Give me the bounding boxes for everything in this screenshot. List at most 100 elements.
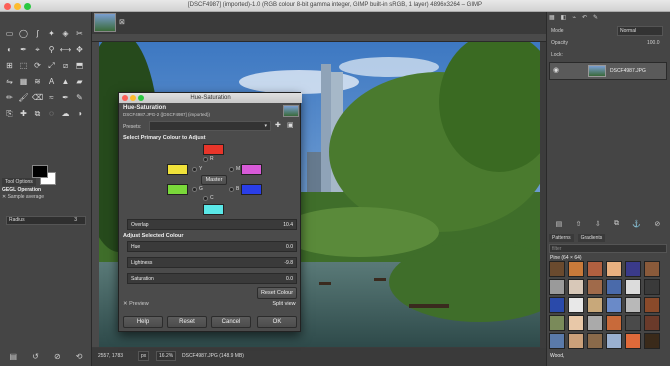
text-icon[interactable]: A xyxy=(46,76,57,87)
overlap-slider[interactable]: Overlap 10.4 xyxy=(127,219,297,230)
delete-layer-icon[interactable]: ⊘ xyxy=(654,220,660,230)
pattern-swatch[interactable] xyxy=(625,333,641,349)
scissors-icon[interactable]: ✂ xyxy=(74,28,85,39)
ok-button[interactable]: OK xyxy=(257,316,297,328)
color-picker-icon[interactable]: ⌖ xyxy=(32,44,43,55)
reset-icon[interactable]: ⟲ xyxy=(76,352,83,366)
image-thumbnail-tab[interactable] xyxy=(94,13,116,32)
dialog-maximize-button[interactable] xyxy=(138,95,144,101)
lower-icon[interactable]: ⇩ xyxy=(595,220,601,230)
pattern-swatch[interactable] xyxy=(587,279,603,295)
pattern-swatch[interactable] xyxy=(644,279,660,295)
lightness-slider[interactable]: Lightness -9.8 xyxy=(127,257,297,268)
tab-patterns[interactable]: Patterns xyxy=(549,234,574,242)
paintbrush-icon[interactable]: 🖌 xyxy=(18,92,29,103)
pattern-swatch[interactable] xyxy=(606,333,622,349)
pattern-swatch[interactable] xyxy=(568,297,584,313)
cancel-button[interactable]: Cancel xyxy=(211,316,251,328)
reset-colour-button[interactable]: Reset Colour xyxy=(257,287,297,299)
layers-tab-icon[interactable]: ▦ xyxy=(549,14,555,23)
blend-icon[interactable]: ▰ xyxy=(74,76,85,87)
pencil-icon[interactable]: ✏ xyxy=(4,92,15,103)
pattern-swatch[interactable] xyxy=(587,297,603,313)
radius-field[interactable]: Radius 3 xyxy=(6,216,86,225)
duplicate-icon[interactable]: ⧉ xyxy=(614,220,619,230)
select-by-color-icon[interactable]: ◈ xyxy=(60,28,71,39)
pattern-swatch[interactable] xyxy=(568,333,584,349)
yellow-radio[interactable] xyxy=(192,167,197,172)
magenta-swatch[interactable] xyxy=(241,164,262,175)
help-button[interactable]: Help xyxy=(123,316,163,328)
pattern-swatch[interactable] xyxy=(625,279,641,295)
master-button[interactable]: Master xyxy=(201,175,227,185)
saturation-slider[interactable]: Saturation 0.0 xyxy=(127,273,297,284)
reset-button[interactable]: Reset xyxy=(167,316,207,328)
paths-tab-icon[interactable]: ⌁ xyxy=(572,14,576,23)
red-radio[interactable] xyxy=(203,157,208,162)
dodge-icon[interactable]: ◑ xyxy=(74,108,85,119)
airbrush-icon[interactable]: ≈ xyxy=(46,92,57,103)
eraser-icon[interactable]: ⌫ xyxy=(32,92,43,103)
zoom-select[interactable]: 16.2% xyxy=(156,351,177,361)
cage-icon[interactable]: ▦ xyxy=(18,76,29,87)
presets-select[interactable]: ▾ xyxy=(149,121,271,131)
align-icon[interactable]: ⊞ xyxy=(4,60,15,71)
pattern-swatch[interactable] xyxy=(587,261,603,277)
ink-icon[interactable]: ✒ xyxy=(60,92,71,103)
pattern-swatch[interactable] xyxy=(568,261,584,277)
close-icon[interactable]: ⊠ xyxy=(119,18,125,26)
pattern-swatch[interactable] xyxy=(549,297,565,313)
sample-average-option[interactable]: ✕ Sample average xyxy=(2,194,44,200)
pattern-swatch[interactable] xyxy=(606,315,622,331)
pattern-swatch[interactable] xyxy=(606,261,622,277)
measure-icon[interactable]: ⟷ xyxy=(60,44,71,55)
preview-checkbox[interactable]: ✕ Preview xyxy=(123,301,149,307)
pattern-swatch[interactable] xyxy=(549,333,565,349)
free-select-icon[interactable]: ʃ xyxy=(32,28,43,39)
pattern-swatch[interactable] xyxy=(606,297,622,313)
green-swatch[interactable] xyxy=(167,184,188,195)
undo-history-tab-icon[interactable]: ↶ xyxy=(582,14,587,23)
anchor-icon[interactable]: ⚓ xyxy=(632,220,641,230)
pattern-swatch[interactable] xyxy=(549,261,565,277)
pattern-swatch[interactable] xyxy=(644,315,660,331)
warp-icon[interactable]: ≋ xyxy=(32,76,43,87)
pattern-swatch[interactable] xyxy=(644,333,660,349)
delete-icon[interactable]: ⊘ xyxy=(54,352,61,366)
restore-icon[interactable]: ↺ xyxy=(32,352,39,366)
yellow-swatch[interactable] xyxy=(167,164,188,175)
add-preset-icon[interactable]: ✚ xyxy=(275,121,281,129)
scale-icon[interactable]: ⤢ xyxy=(46,60,57,71)
rotate-icon[interactable]: ⟳ xyxy=(32,60,43,71)
raise-icon[interactable]: ⇧ xyxy=(576,220,582,230)
pattern-swatch[interactable] xyxy=(625,315,641,331)
ellipse-select-icon[interactable]: ◯ xyxy=(18,28,29,39)
crop-icon[interactable]: ⬚ xyxy=(18,60,29,71)
rect-select-icon[interactable]: ▭ xyxy=(4,28,15,39)
blue-swatch[interactable] xyxy=(241,184,262,195)
pattern-swatch[interactable] xyxy=(549,279,565,295)
mypaint-icon[interactable]: ✎ xyxy=(74,92,85,103)
channels-tab-icon[interactable]: ◧ xyxy=(561,14,567,23)
perspective-icon[interactable]: ⬒ xyxy=(74,60,85,71)
pattern-swatch[interactable] xyxy=(587,333,603,349)
mode-select[interactable]: Normal xyxy=(617,26,663,36)
red-swatch[interactable] xyxy=(203,144,224,155)
smudge-icon[interactable]: ☁ xyxy=(60,108,71,119)
pattern-swatch[interactable] xyxy=(568,279,584,295)
fuzzy-select-icon[interactable]: ✦ xyxy=(46,28,57,39)
pattern-swatch[interactable] xyxy=(644,297,660,313)
layer-row[interactable]: ◉ DSCF4987.JPG xyxy=(549,62,667,80)
perspective-clone-icon[interactable]: ⧉ xyxy=(32,108,43,119)
hue-slider[interactable]: Hue 0.0 xyxy=(127,241,297,252)
split-view-button[interactable]: Split view xyxy=(269,299,299,311)
pattern-swatch[interactable] xyxy=(587,315,603,331)
cyan-swatch[interactable] xyxy=(203,204,224,215)
heal-icon[interactable]: ✚ xyxy=(18,108,29,119)
new-layer-icon[interactable]: ▤ xyxy=(556,220,563,230)
save-icon[interactable]: ▤ xyxy=(10,352,18,366)
bucket-fill-icon[interactable]: ▲ xyxy=(60,76,71,87)
flip-icon[interactable]: ⇋ xyxy=(4,76,15,87)
pattern-swatch[interactable] xyxy=(606,279,622,295)
eye-icon[interactable]: ◉ xyxy=(553,66,559,74)
